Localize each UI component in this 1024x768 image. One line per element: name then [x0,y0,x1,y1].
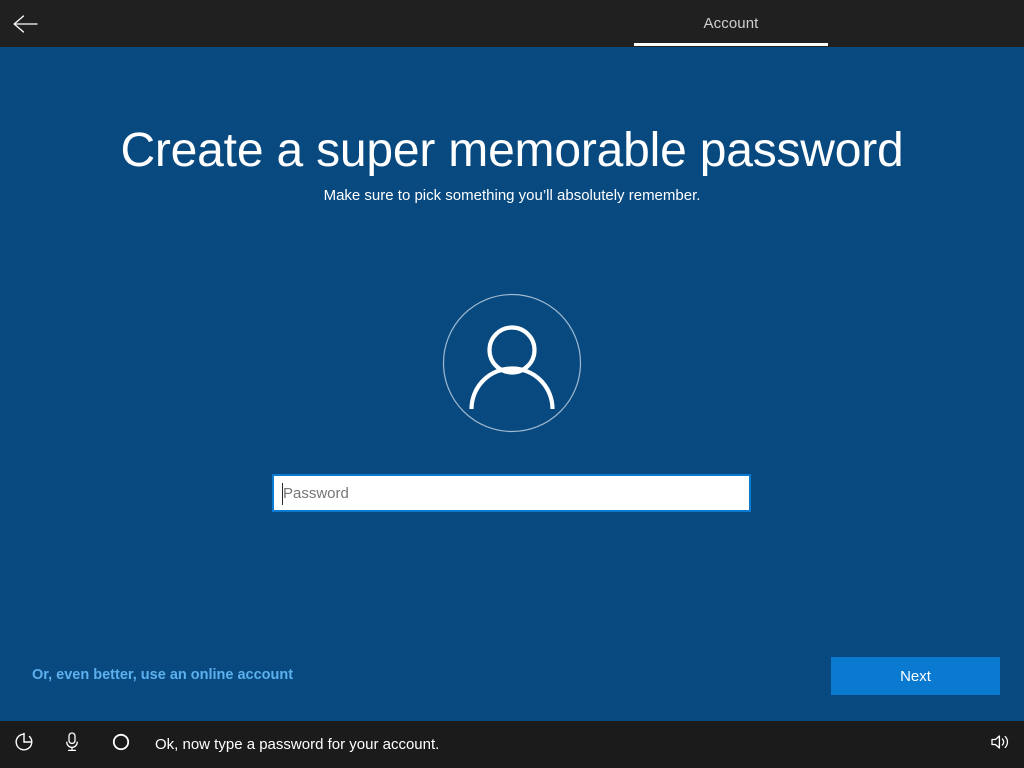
microphone-icon [62,730,82,759]
cortana-circle-icon [111,732,131,757]
page-title: Create a super memorable password [120,124,904,177]
avatar [442,293,582,433]
next-button[interactable]: Next [831,657,1000,695]
microphone-button[interactable] [54,721,90,768]
tab-account[interactable]: Account [634,0,828,47]
ease-of-access-icon [13,731,35,758]
tab-account-label: Account [703,15,759,32]
next-button-label: Next [900,667,931,685]
speaker-volume-icon [989,732,1011,757]
back-arrow-icon [11,13,41,35]
top-header-bar: Account [0,0,1024,47]
cortana-button[interactable] [103,721,139,768]
tab-active-indicator [634,43,828,46]
narrator-status-text: Ok, now type a password for your account… [155,736,440,753]
volume-button[interactable] [982,721,1018,768]
back-button[interactable] [6,4,46,44]
person-avatar-icon [442,293,582,433]
password-input[interactable] [274,476,749,510]
main-content: Create a super memorable password Make s… [0,47,1024,757]
use-online-account-link[interactable]: Or, even better, use an online account [32,665,293,685]
ease-of-access-button[interactable] [6,721,42,768]
bottom-taskbar: Ok, now type a password for your account… [0,721,1024,768]
oobe-screen: Account Create a super memorable passwor… [0,0,1024,768]
page-subtitle: Make sure to pick something you’ll absol… [323,187,701,204]
password-field[interactable] [272,474,751,512]
text-caret [282,483,283,505]
